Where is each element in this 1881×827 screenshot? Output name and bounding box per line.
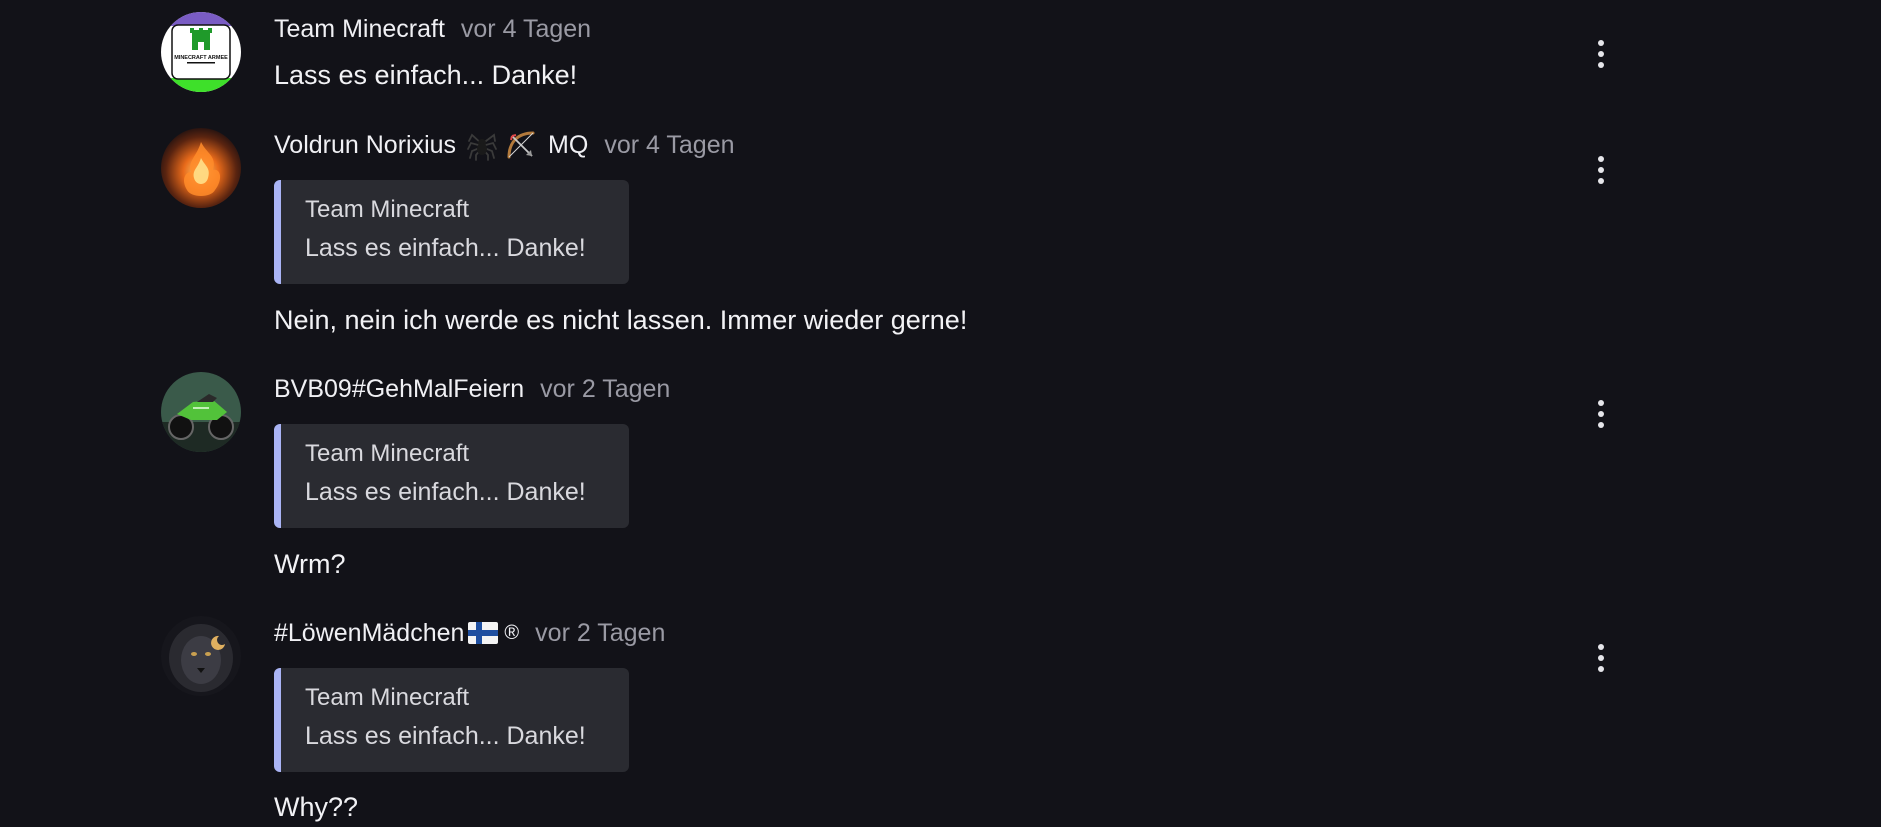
more-options-button[interactable] bbox=[1584, 34, 1618, 74]
timestamp[interactable]: vor 2 Tagen bbox=[540, 375, 670, 404]
quote-accent-bar bbox=[274, 180, 281, 284]
quoted-reply[interactable]: Team Minecraft Lass es einfach... Danke! bbox=[274, 668, 629, 772]
comment-header: #LöwenMädchen ® vor 2 Tagen bbox=[274, 616, 665, 650]
quote-author: Team Minecraft bbox=[305, 440, 470, 467]
quoted-reply[interactable]: Team Minecraft Lass es einfach... Danke! bbox=[274, 424, 629, 528]
quote-text: Lass es einfach... Danke! bbox=[305, 234, 586, 262]
lion-icon bbox=[161, 616, 241, 696]
comment-text: Wrm? bbox=[274, 549, 346, 579]
avatar[interactable] bbox=[161, 372, 241, 452]
quote-accent-bar bbox=[274, 668, 281, 772]
castle-logo-icon: MINECRAFT ARMEE bbox=[161, 12, 241, 92]
quote-text: Lass es einfach... Danke! bbox=[305, 722, 586, 750]
comment-header: Voldrun Norixius MQ vor 4 Tagen bbox=[274, 128, 735, 162]
bow-and-arrow-emoji-icon bbox=[507, 131, 535, 159]
comment-text: Why?? bbox=[274, 792, 359, 822]
comment-header: Team Minecraft vor 4 Tagen bbox=[274, 12, 591, 46]
more-options-button[interactable] bbox=[1584, 150, 1618, 190]
avatar[interactable] bbox=[161, 128, 241, 208]
timestamp[interactable]: vor 4 Tagen bbox=[461, 15, 591, 44]
quote-author: Team Minecraft bbox=[305, 196, 470, 223]
author-name[interactable]: Voldrun Norixius bbox=[274, 131, 456, 160]
kebab-menu-icon bbox=[1598, 644, 1604, 650]
motorcycle-icon bbox=[161, 372, 241, 452]
author-badges bbox=[466, 128, 538, 162]
finland-flag-icon bbox=[468, 622, 499, 644]
quote-text: Lass es einfach... Danke! bbox=[305, 478, 586, 506]
more-options-button[interactable] bbox=[1584, 394, 1618, 434]
comment-text: Lass es einfach... Danke! bbox=[274, 60, 578, 90]
comment-feed: MINECRAFT ARMEE Team Minecraft vor 4 Tag… bbox=[0, 0, 1881, 827]
avatar[interactable]: MINECRAFT ARMEE bbox=[161, 12, 241, 92]
fire-figure-icon bbox=[161, 128, 241, 208]
registered-sign-icon: ® bbox=[504, 621, 520, 644]
timestamp[interactable]: vor 4 Tagen bbox=[604, 131, 734, 160]
quote-author: Team Minecraft bbox=[305, 684, 470, 711]
kebab-menu-icon bbox=[1598, 156, 1604, 162]
kebab-menu-icon bbox=[1598, 40, 1604, 46]
timestamp[interactable]: vor 2 Tagen bbox=[535, 619, 665, 648]
avatar[interactable] bbox=[161, 616, 241, 696]
comment-text: Nein, nein ich werde es nicht lassen. Im… bbox=[274, 305, 968, 335]
author-name[interactable]: Team Minecraft bbox=[274, 15, 445, 44]
kebab-menu-icon bbox=[1598, 400, 1604, 406]
avatar-logo-text: MINECRAFT ARMEE bbox=[174, 55, 228, 61]
quote-accent-bar bbox=[274, 424, 281, 528]
more-options-button[interactable] bbox=[1584, 638, 1618, 678]
author-name[interactable]: #LöwenMädchen bbox=[274, 619, 464, 648]
badge-text: MQ bbox=[548, 130, 589, 159]
quoted-reply[interactable]: Team Minecraft Lass es einfach... Danke! bbox=[274, 180, 629, 284]
comment-header: BVB09#GehMalFeiern vor 2 Tagen bbox=[274, 372, 670, 406]
author-name[interactable]: BVB09#GehMalFeiern bbox=[274, 375, 524, 404]
author-badges: ® bbox=[468, 622, 519, 645]
spider-emoji-icon bbox=[467, 133, 497, 161]
